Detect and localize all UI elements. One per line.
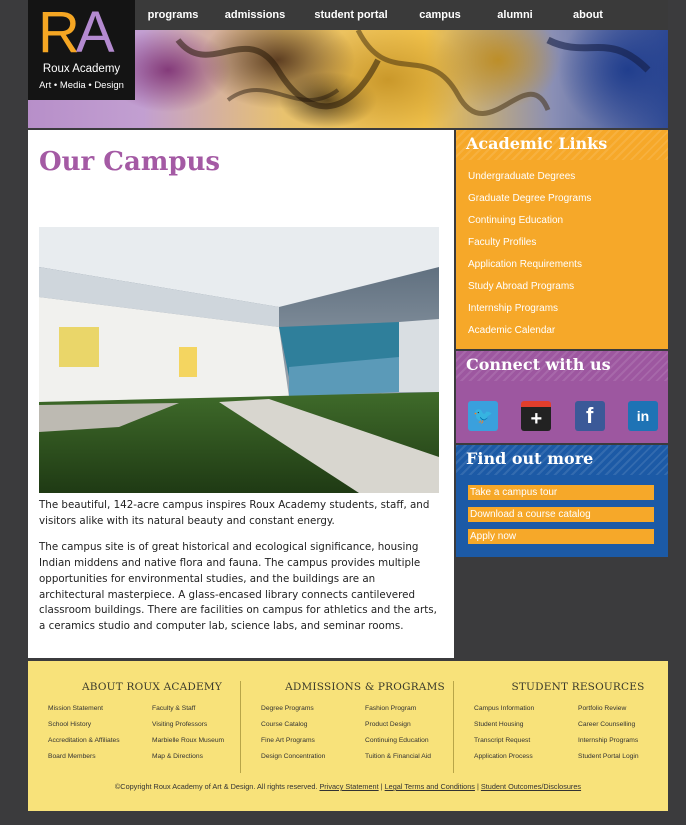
logo-letter-a: A [75, 0, 115, 65]
footer-link[interactable]: Application Process [474, 751, 578, 763]
page-title: Our Campus [39, 147, 221, 177]
link-study-abroad[interactable]: Study Abroad Programs [468, 276, 668, 298]
linkedin-icon[interactable]: in [627, 401, 658, 431]
link-undergraduate-degrees[interactable]: Undergraduate Degrees [468, 166, 668, 188]
academic-links-panel: Academic Links Undergraduate Degrees Gra… [456, 130, 668, 351]
nav-about[interactable]: about [553, 0, 623, 30]
find-out-more-title: Find out more [456, 445, 668, 475]
footer-col-title: STUDENT RESOURCES [511, 681, 645, 693]
nav-programs[interactable]: programs [135, 0, 211, 30]
nav-admissions[interactable]: admissions [211, 0, 299, 30]
link-graduate-degree-programs[interactable]: Graduate Degree Programs [468, 188, 668, 210]
link-academic-calendar[interactable]: Academic Calendar [468, 320, 668, 342]
footer-col-title: ADMISSIONS & PROGRAMS [285, 681, 445, 693]
academic-links-title: Academic Links [456, 130, 668, 160]
footer-link[interactable]: Internship Programs [578, 735, 682, 747]
intro-paragraph: The beautiful, 142-acre campus inspires … [39, 499, 430, 527]
footer-link[interactable]: Career Counselling [578, 719, 682, 731]
nav-campus[interactable]: campus [403, 0, 477, 30]
footer-link[interactable]: Degree Programs [261, 703, 365, 715]
footer-link[interactable]: Fine Art Programs [261, 735, 365, 747]
footer-link[interactable]: Accreditation & Affiliates [48, 735, 152, 747]
social-icons: 🐦 + f in [468, 401, 658, 431]
logo-tagline: Art • Media • Design [39, 80, 124, 91]
site-header: programs admissions student portal campu… [28, 0, 668, 128]
facebook-icon[interactable]: f [574, 401, 605, 431]
copyright-text: ©Copyright Roux Academy of Art & Design.… [114, 782, 318, 791]
link-application-requirements[interactable]: Application Requirements [468, 254, 668, 276]
logo-letter-r: R [38, 0, 80, 65]
footer-link[interactable]: Design Concentration [261, 751, 365, 763]
footer-link[interactable]: Student Portal Login [578, 751, 682, 763]
course-catalog-link[interactable]: Download a course catalog [468, 507, 654, 522]
logo-mark: RA [38, 4, 128, 62]
footer-col-student-resources: STUDENT RESOURCES Campus Information Por… [474, 681, 682, 763]
logo-name: Roux Academy [42, 63, 121, 75]
link-continuing-education[interactable]: Continuing Education [468, 210, 668, 232]
link-faculty-profiles[interactable]: Faculty Profiles [468, 232, 668, 254]
footer-link[interactable]: Course Catalog [261, 719, 365, 731]
site-footer: ABOUT ROUX ACADEMY Mission Statement Fac… [28, 661, 668, 811]
footer-col-admissions: ADMISSIONS & PROGRAMS Degree Programs Fa… [261, 681, 469, 763]
footer-col-about: ABOUT ROUX ACADEMY Mission Statement Fac… [48, 681, 256, 763]
site-logo[interactable]: RA Roux Academy Art • Media • Design [28, 0, 135, 100]
twitter-icon[interactable]: 🐦 [468, 401, 498, 431]
campus-tour-link[interactable]: Take a campus tour [468, 485, 654, 500]
footer-col-title: ABOUT ROUX ACADEMY [81, 681, 223, 693]
main-content: Our Campus The beautiful, 142-acre campu… [28, 130, 454, 658]
legal-terms-link[interactable]: Legal Terms and Conditions [385, 782, 475, 791]
sidebar: Academic Links Undergraduate Degrees Gra… [456, 130, 668, 557]
main-nav: programs admissions student portal campu… [135, 0, 668, 30]
footer-divider [240, 681, 241, 773]
footer-divider [453, 681, 454, 773]
connect-panel: Connect with us 🐦 + f in [456, 351, 668, 445]
footer-link[interactable]: Transcript Request [474, 735, 578, 747]
campus-photo [39, 227, 439, 493]
nav-alumni[interactable]: alumni [477, 0, 553, 30]
footer-link[interactable]: Portfolio Review [578, 703, 682, 715]
student-outcomes-link[interactable]: Student Outcomes/Disclosures [481, 782, 581, 791]
link-internship-programs[interactable]: Internship Programs [468, 298, 668, 320]
body-paragraph: The campus site is of great historical a… [39, 541, 437, 632]
footer-link[interactable]: Campus Information [474, 703, 578, 715]
find-out-more-panel: Find out more Take a campus tour Downloa… [456, 445, 668, 557]
nav-student-portal[interactable]: student portal [299, 0, 403, 30]
privacy-statement-link[interactable]: Privacy Statement [319, 782, 378, 791]
copyright-line: ©Copyright Roux Academy of Art & Design.… [114, 782, 582, 791]
main-text: The beautiful, 142-acre campus inspires … [39, 498, 441, 646]
footer-link[interactable]: Board Members [48, 751, 152, 763]
google-plus-icon[interactable]: + [521, 401, 552, 431]
connect-title: Connect with us [456, 351, 668, 381]
footer-link[interactable]: School History [48, 719, 152, 731]
footer-link[interactable]: Mission Statement [48, 703, 152, 715]
footer-link[interactable]: Student Housing [474, 719, 578, 731]
apply-now-link[interactable]: Apply now [468, 529, 654, 544]
